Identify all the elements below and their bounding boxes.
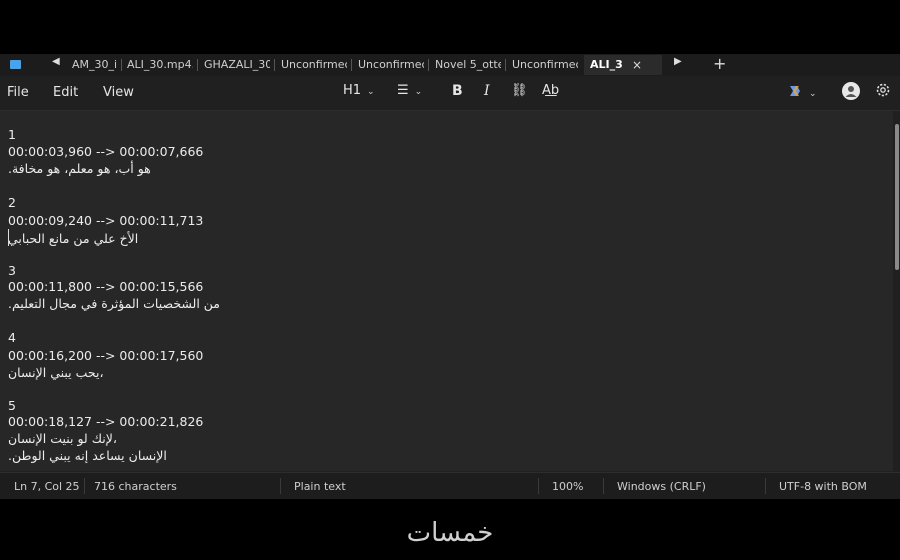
vertical-scrollbar[interactable] bbox=[895, 124, 899, 270]
heading-dropdown[interactable]: H1 ⌄ bbox=[343, 83, 375, 98]
subtitle-index: 3 bbox=[8, 263, 16, 278]
status-separator bbox=[280, 478, 281, 494]
tab-4[interactable]: Unconfirmec bbox=[281, 55, 347, 75]
tab-3[interactable]: GHAZALI_30 bbox=[204, 55, 270, 75]
italic-button[interactable]: I bbox=[484, 83, 490, 99]
user-icon bbox=[842, 82, 860, 100]
subtitle-text: .هو أب، هو معلم، هو مخافة bbox=[8, 161, 151, 176]
tab-scroll-right-icon[interactable]: ▶ bbox=[674, 56, 682, 67]
subtitle-text: .من الشخصيات المؤثرة في مجال التعليم bbox=[8, 296, 221, 311]
status-bar: Ln 7, Col 25 716 characters Plain text 1… bbox=[0, 472, 900, 499]
status-separator bbox=[603, 478, 604, 494]
menu-view[interactable]: View bbox=[103, 85, 134, 100]
status-separator bbox=[84, 478, 85, 494]
tab-active-label: ALI_3 bbox=[590, 58, 623, 71]
tab-2[interactable]: ALI_30.mp4. bbox=[127, 55, 193, 75]
subtitle-text-content: يحب يبني الإنسان، bbox=[8, 365, 104, 380]
notepad-app-icon bbox=[10, 60, 21, 69]
subtitle-timecode: 00:00:03,960 --> 00:00:07,666 bbox=[8, 144, 204, 159]
settings-gear-icon[interactable] bbox=[875, 82, 891, 102]
list-dropdown[interactable]: ☰ ⌄ bbox=[397, 83, 422, 98]
gear-icon bbox=[876, 83, 890, 97]
chevron-down-icon: ⌄ bbox=[367, 87, 375, 97]
new-tab-button[interactable]: + bbox=[713, 54, 726, 74]
copilot-dropdown[interactable]: ⌄ bbox=[787, 83, 817, 100]
heading-label: H1 bbox=[343, 83, 362, 98]
list-icon: ☰ bbox=[397, 83, 409, 98]
chevron-down-icon: ⌄ bbox=[809, 89, 817, 99]
account-avatar[interactable] bbox=[842, 82, 860, 104]
subtitle-text: لإنك لو بنيت الإنسان، bbox=[8, 431, 117, 446]
menu-bar: File Edit View H1 ⌄ ☰ ⌄ B I ⛓ A͟b ⌄ bbox=[0, 76, 900, 111]
subtitle-index: 5 bbox=[8, 398, 16, 413]
zoom-level[interactable]: 100% bbox=[552, 480, 583, 493]
tab-1[interactable]: AM_30_i bbox=[72, 55, 118, 75]
tab-separator bbox=[121, 59, 122, 71]
link-icon[interactable]: ⛓ bbox=[511, 83, 528, 98]
menu-edit[interactable]: Edit bbox=[53, 85, 78, 100]
text-caret bbox=[8, 229, 9, 246]
subtitle-index: 1 bbox=[8, 127, 16, 142]
line-ending[interactable]: Windows (CRLF) bbox=[617, 480, 706, 493]
bold-button[interactable]: B bbox=[452, 83, 463, 99]
tab-separator bbox=[274, 59, 275, 71]
tab-scroll-left-icon[interactable]: ◀ bbox=[52, 56, 60, 67]
subtitle-text: يحب يبني الإنسان، bbox=[8, 365, 103, 380]
cursor-position: Ln 7, Col 25 bbox=[14, 480, 80, 493]
status-separator bbox=[765, 478, 766, 494]
tab-separator bbox=[197, 59, 198, 71]
encoding[interactable]: UTF-8 with BOM bbox=[779, 480, 867, 493]
tab-7[interactable]: Unconfirmec bbox=[512, 55, 578, 75]
character-count: 716 characters bbox=[94, 480, 177, 493]
notepad-window: ◀ AM_30_i ALI_30.mp4. GHAZALI_30 Unconfi… bbox=[0, 54, 900, 499]
text-editor[interactable]: 1 00:00:03,960 --> 00:00:07,666 .هو أب، … bbox=[0, 111, 893, 471]
subtitle-text: .الإنسان يساعد إنه يبني الوطن bbox=[8, 448, 167, 463]
menu-file[interactable]: File bbox=[7, 85, 29, 100]
tab-separator bbox=[351, 59, 352, 71]
spellcheck-icon[interactable]: A͟b bbox=[542, 83, 559, 98]
subtitle-timecode: 00:00:16,200 --> 00:00:17,560 bbox=[8, 348, 204, 363]
copilot-icon bbox=[790, 86, 800, 96]
subtitle-index: 2 bbox=[8, 195, 16, 210]
tab-close-icon[interactable]: × bbox=[632, 55, 642, 75]
tab-6[interactable]: Novel 5_otte bbox=[435, 55, 501, 75]
subtitle-index: 4 bbox=[8, 330, 16, 345]
tab-active[interactable]: ALI_3 bbox=[584, 55, 662, 75]
tab-bar: ◀ AM_30_i ALI_30.mp4. GHAZALI_30 Unconfi… bbox=[0, 54, 900, 76]
subtitle-timecode: 00:00:11,800 --> 00:00:15,566 bbox=[8, 279, 204, 294]
subtitle-timecode: 00:00:09,240 --> 00:00:11,713 bbox=[8, 213, 204, 228]
subtitle-text: الأخ علي من مانع الحبابي bbox=[8, 231, 139, 246]
tab-separator bbox=[505, 59, 506, 71]
watermark-logo: خمسات bbox=[406, 518, 494, 548]
text-format[interactable]: Plain text bbox=[294, 480, 346, 493]
subtitle-timecode: 00:00:18,127 --> 00:00:21,826 bbox=[8, 414, 204, 429]
tab-separator bbox=[428, 59, 429, 71]
status-separator bbox=[538, 478, 539, 494]
tab-5[interactable]: Unconfirmec bbox=[358, 55, 424, 75]
chevron-down-icon: ⌄ bbox=[414, 87, 423, 97]
